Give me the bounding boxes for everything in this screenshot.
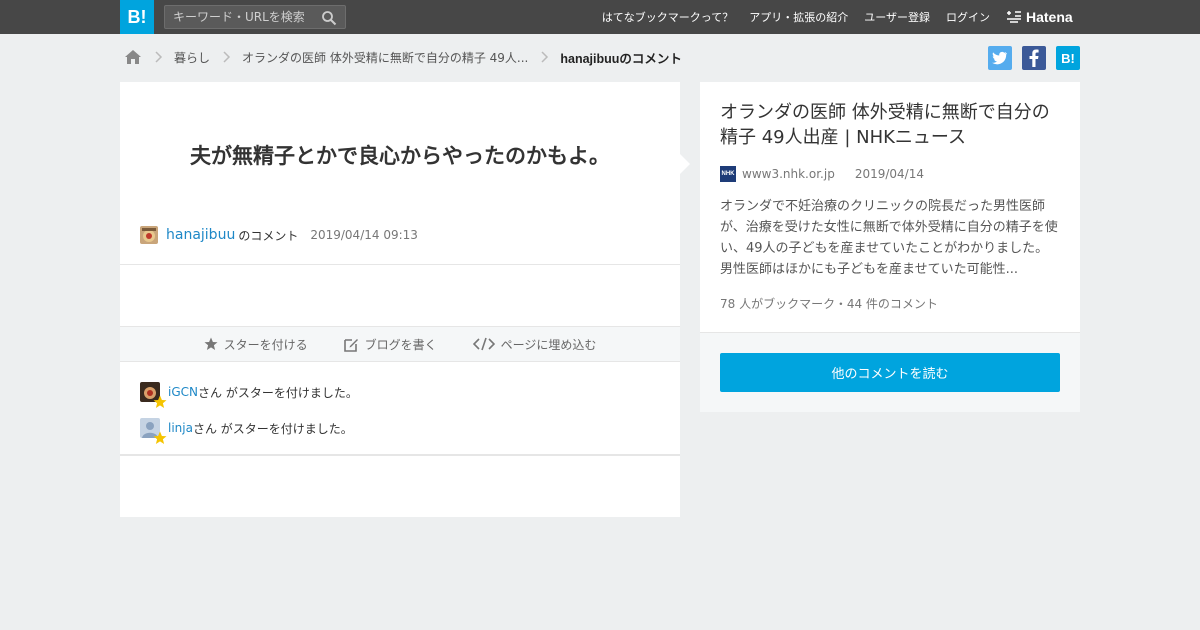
- avatar[interactable]: [140, 418, 167, 444]
- comment-timestamp[interactable]: 2019/04/14 09:13: [310, 228, 418, 242]
- action-bar: スターを付ける ブログを書く ページに埋め込む: [120, 326, 680, 362]
- top-bar: B! はてなブックマークって？ アプリ・拡張の紹介 ユーザー登録 ログイン Ha…: [0, 0, 1200, 34]
- chevron-right-icon: [155, 51, 163, 63]
- comment-user-link[interactable]: hanajibuu: [166, 227, 235, 243]
- list-item: linja さん がスターを付けました。: [140, 418, 358, 444]
- search-icon[interactable]: [321, 10, 337, 26]
- entry-date: 2019/04/14: [854, 167, 924, 181]
- divider: [120, 264, 680, 265]
- social-share: B!: [988, 46, 1080, 70]
- breadcrumb-current: hanajibuuのコメント: [560, 51, 682, 66]
- hatena-label: Hatena: [1026, 9, 1073, 25]
- home-icon[interactable]: [124, 49, 142, 65]
- add-star-button[interactable]: スターを付ける: [204, 336, 308, 353]
- star-icon: [204, 337, 218, 350]
- divider: [120, 454, 680, 456]
- comment-suffix: のコメント: [238, 228, 299, 243]
- hatebu-logo[interactable]: B!: [120, 0, 154, 34]
- star-user-link[interactable]: linja: [168, 421, 193, 435]
- nav-login[interactable]: ログイン: [946, 9, 990, 25]
- hatena-icon: [1007, 11, 1021, 23]
- facebook-share-button[interactable]: [1022, 46, 1046, 70]
- nav-apps[interactable]: アプリ・拡張の紹介: [749, 9, 848, 25]
- entry-footer: 他のコメントを読む: [700, 332, 1080, 412]
- chevron-right-icon: [223, 51, 231, 63]
- twitter-share-button[interactable]: [988, 46, 1012, 70]
- entry-summary: オランダで不妊治療のクリニックの院長だった男性医師が、治療を受けた女性に無断で体…: [720, 199, 1058, 277]
- read-more-comments-button[interactable]: 他のコメントを読む: [720, 353, 1060, 392]
- star-icon: [153, 431, 167, 444]
- entry-domain[interactable]: www3.nhk.or.jp: [742, 167, 835, 181]
- entry-title[interactable]: オランダの医師 体外受精に無断で自分の精子 49人出産 | NHKニュース: [720, 100, 1066, 150]
- twitter-icon: [992, 51, 1007, 65]
- nav-about[interactable]: はてなブックマークって？: [602, 9, 733, 25]
- hatena-link[interactable]: Hatena: [1006, 8, 1073, 26]
- hatebu-share-button[interactable]: B!: [1056, 46, 1080, 70]
- embed-button[interactable]: ページに埋め込む: [472, 336, 597, 353]
- breadcrumb-category[interactable]: 暮らし: [174, 49, 210, 66]
- edit-icon: [343, 338, 358, 352]
- comment-text: 夫が無精子とかで良心からやったのかもよ。: [190, 144, 610, 168]
- list-item: iGCN さん がスターを付けました。: [140, 382, 358, 408]
- add-star-label: スターを付ける: [223, 337, 308, 352]
- star-message: さん がスターを付けました。: [192, 421, 353, 436]
- comment-panel: 夫が無精子とかで良心からやったのかもよ。 hanajibuu のコメント 201…: [120, 82, 690, 517]
- comment-byline: hanajibuu のコメント 2019/04/14 09:13: [140, 226, 418, 244]
- star-icon: [153, 395, 167, 408]
- write-blog-label: ブログを書く: [364, 337, 437, 352]
- chevron-right-icon: [541, 51, 549, 63]
- star-user-link[interactable]: iGCN: [168, 385, 198, 399]
- entry-source: NHK www3.nhk.or.jp 2019/04/14: [720, 166, 924, 182]
- breadcrumb: 暮らし オランダの医師 体外受精に無断で自分の精子 49人... hanajib…: [124, 46, 682, 68]
- top-nav: はてなブックマークって？ アプリ・拡張の紹介 ユーザー登録 ログイン: [586, 0, 990, 34]
- write-blog-button[interactable]: ブログを書く: [343, 336, 437, 353]
- panel-arrow: [680, 154, 690, 174]
- embed-label: ページに埋め込む: [500, 337, 597, 352]
- avatar[interactable]: [140, 226, 158, 244]
- facebook-icon: [1029, 49, 1039, 67]
- search-box[interactable]: [164, 5, 346, 29]
- star-message: さん がスターを付けました。: [198, 385, 358, 400]
- breadcrumb-entry[interactable]: オランダの医師 体外受精に無断で自分の精子 49人...: [242, 49, 528, 66]
- search-input[interactable]: [165, 6, 315, 28]
- entry-counts[interactable]: 78 人がブックマーク・44 件のコメント: [720, 295, 938, 312]
- star-list: iGCN さん がスターを付けました。 linja さん がスターを付けました。: [140, 382, 358, 454]
- avatar[interactable]: [140, 382, 167, 408]
- entry-panel: オランダの医師 体外受精に無断で自分の精子 49人出産 | NHKニュース NH…: [700, 82, 1080, 412]
- nav-signup[interactable]: ユーザー登録: [864, 9, 930, 25]
- code-icon: [472, 337, 495, 351]
- site-favicon-icon: NHK: [720, 166, 736, 182]
